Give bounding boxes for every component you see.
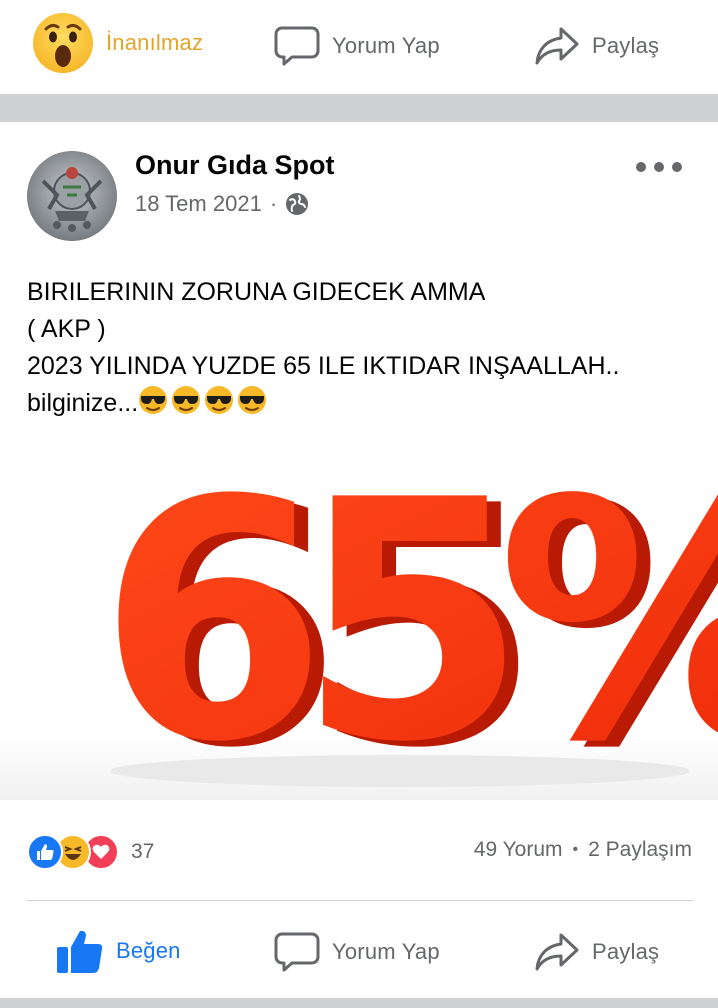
post-meta: 18 Tem 2021 · (135, 191, 309, 217)
comment-label: Yorum Yap (332, 939, 440, 964)
like-icon (27, 834, 63, 870)
wow-reaction-label: İnanılmaz (106, 30, 204, 55)
feed-separator-bottom (0, 998, 718, 1008)
post-options-button[interactable] (636, 152, 682, 182)
post-stats: 49 Yorum • 2 Paylaşım (474, 838, 692, 862)
comment-button[interactable]: Yorum Yap (274, 931, 440, 973)
comment-count[interactable]: 49 Yorum (474, 838, 563, 862)
engagement-divider (27, 900, 693, 901)
more-dot-icon (672, 162, 682, 172)
top-action-bar: İnanılmaz Yorum Yap Paylaş (0, 0, 718, 90)
post-text-line: bilginize... (27, 389, 139, 417)
like-button[interactable]: Beğen (56, 928, 181, 974)
like-label: Beğen (116, 938, 181, 963)
share-arrow-icon (535, 27, 579, 65)
post-image[interactable]: 65% 65% (0, 436, 718, 800)
post-text-line: ( AKP ) (27, 315, 106, 343)
page-name[interactable]: Onur Gıda Spot (135, 150, 335, 181)
post-text-line: BIRILERININ ZORUNA GIDECEK AMMA (27, 278, 486, 306)
graphic-number: 65% (98, 436, 718, 800)
post-text-last-line: bilginize... (27, 385, 707, 422)
sunglasses-emoji-row (138, 386, 270, 417)
more-dot-icon (654, 162, 664, 172)
more-dot-icon (636, 162, 646, 172)
top-comment-label: Yorum Yap (332, 33, 440, 58)
top-comment-button[interactable]: Yorum Yap (274, 25, 440, 67)
wow-reaction-button[interactable]: İnanılmaz (32, 12, 203, 74)
thumbs-up-icon (57, 930, 103, 973)
meta-separator: · (269, 191, 278, 216)
globe-icon (286, 193, 309, 215)
post-text: BIRILERININ ZORUNA GIDECEK AMMA ( AKP ) … (27, 274, 707, 422)
sunglasses-emoji-icon (139, 386, 168, 414)
bottom-action-bar: Beğen Yorum Yap Paylaş (0, 906, 718, 998)
sunglasses-emoji-icon (172, 386, 201, 414)
feed-separator (0, 94, 718, 122)
sunglasses-emoji-icon (238, 386, 267, 414)
share-button[interactable]: Paylaş (534, 931, 659, 973)
reactions-summary[interactable]: 37 (27, 834, 154, 870)
stats-dot: • (572, 841, 579, 858)
page-avatar[interactable] (27, 151, 117, 241)
ottoman-coat-of-arms-avatar (27, 151, 117, 241)
comment-icon (274, 932, 320, 972)
post-text-line: 2023 YILINDA YUZDE 65 ILE IKTIDAR INŞAAL… (27, 352, 620, 380)
sixty-five-percent-graphic: 65% 65% (0, 436, 718, 800)
share-label: Paylaş (592, 939, 660, 964)
sunglasses-emoji-icon (205, 386, 234, 414)
wow-emoji-icon (33, 13, 93, 73)
top-share-button[interactable]: Paylaş (534, 25, 659, 67)
comment-icon (274, 26, 320, 66)
share-count[interactable]: 2 Paylaşım (588, 838, 692, 862)
top-share-label: Paylaş (592, 33, 660, 58)
share-arrow-icon (535, 933, 579, 971)
reaction-count: 37 (131, 840, 155, 863)
post-date[interactable]: 18 Tem 2021 (135, 191, 262, 217)
